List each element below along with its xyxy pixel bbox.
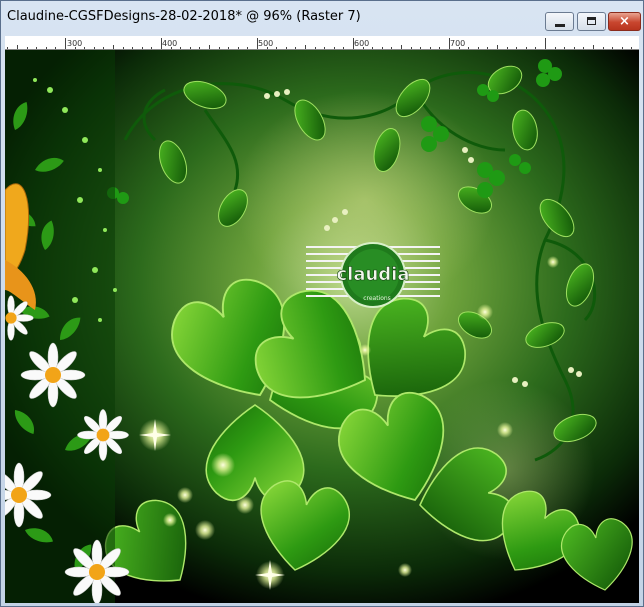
window-title: Claudine-CGSFDesigns-28-02-2018* @ 96% (… [7,9,361,24]
minimize-button[interactable] [545,12,574,31]
ruler-label: 300 [67,39,82,48]
watermark-name: claudia [336,264,409,285]
maximize-icon [587,17,596,25]
ruler-label: 400 [162,39,177,48]
ruler-label: 700 [450,39,465,48]
artwork: claudia creations [5,50,639,603]
image-canvas[interactable]: claudia creations [5,50,639,603]
image-window: Claudine-CGSFDesigns-28-02-2018* @ 96% (… [0,0,644,607]
ruler-label: 500 [258,39,273,48]
ruler-label: 600 [354,39,369,48]
title-bar[interactable]: Claudine-CGSFDesigns-28-02-2018* @ 96% (… [1,1,643,35]
minimize-icon [555,24,565,27]
horizontal-ruler: 300 400 500 600 700 700 [5,36,639,50]
close-icon: × [619,14,630,29]
maximize-button[interactable] [577,12,606,31]
close-button[interactable]: × [608,12,641,31]
ruler-scale: 300 400 500 600 700 700 [7,38,632,49]
watermark-subtitle: creations [363,295,391,302]
